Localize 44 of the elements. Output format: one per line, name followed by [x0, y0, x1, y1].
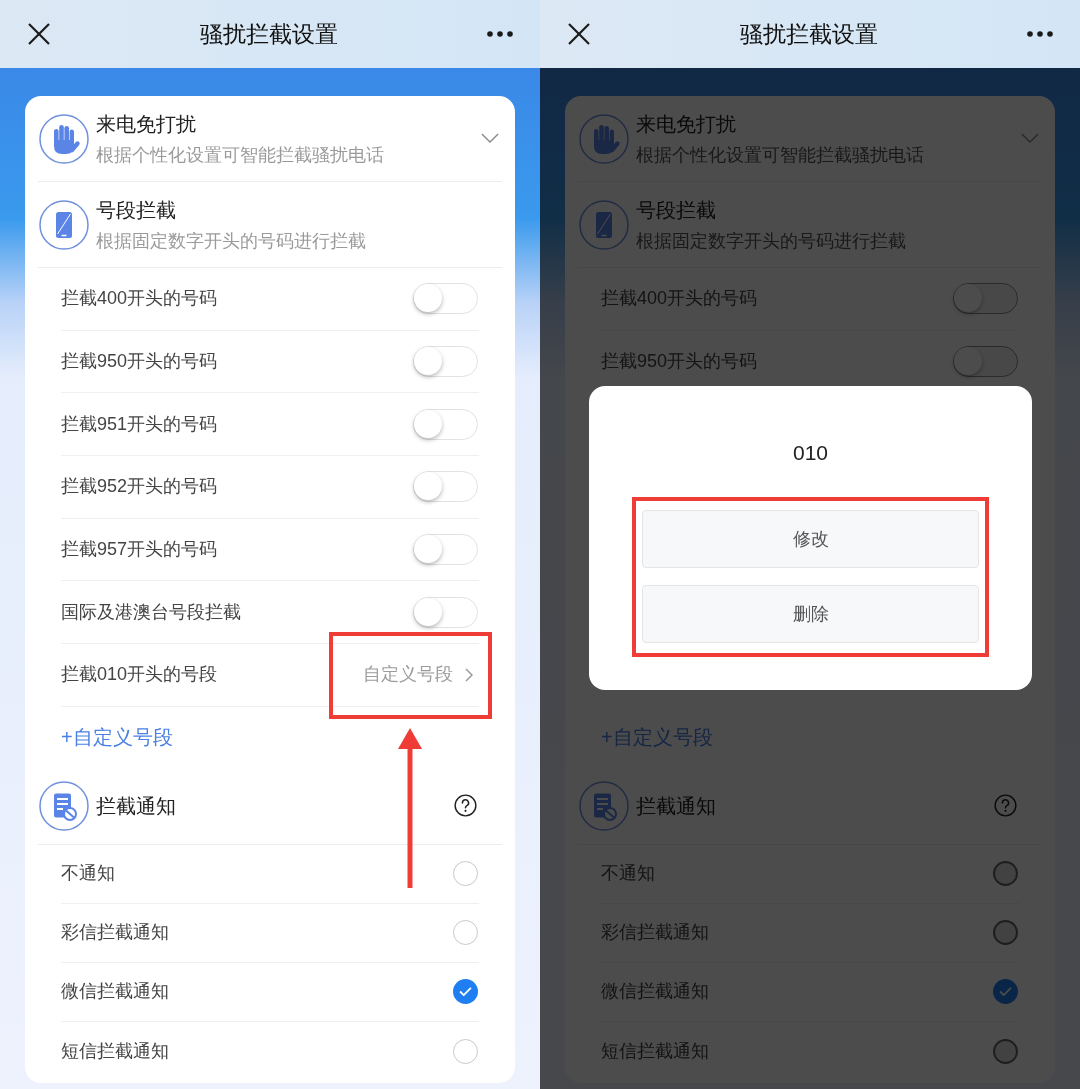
setting-label: 拦截952开头的号码: [61, 475, 218, 499]
section-title: 号段拦截: [96, 197, 177, 223]
section-subtitle: 根据固定数字开头的号码进行拦截: [96, 229, 367, 253]
more-icon[interactable]: [1027, 31, 1053, 37]
setting-label: 拦截951开头的号码: [61, 412, 218, 436]
dialog-action-button[interactable]: 删除: [642, 585, 979, 643]
option-label: 短信拦截通知: [601, 1039, 709, 1063]
custom-range-link[interactable]: 自定义号段: [363, 661, 473, 689]
setting-label: 拦截957开头的号码: [61, 538, 218, 562]
close-icon[interactable]: [28, 23, 50, 45]
section-title: 来电免打扰: [636, 111, 737, 137]
option-label: 短信拦截通知: [61, 1039, 169, 1063]
screen-title: 骚扰拦截设置: [199, 19, 338, 49]
setting-label: 拦截950开头的号码: [61, 350, 218, 374]
section-title: 来电免打扰: [96, 111, 197, 137]
section-title: 拦截通知: [96, 793, 177, 819]
option-label: 微信拦截通知: [601, 980, 709, 1004]
chevron-down-icon[interactable]: [481, 133, 499, 144]
setting-label: 拦截400开头的号码: [601, 287, 758, 311]
chevron-right-icon: [465, 667, 473, 682]
add-range-link[interactable]: +自定义号段: [61, 722, 173, 753]
setting-label: 国际及港澳台号段拦截: [61, 600, 241, 624]
dialog-action-button[interactable]: 修改: [642, 510, 979, 568]
more-icon[interactable]: [487, 31, 513, 37]
dialog-title: 010: [792, 441, 828, 465]
check-icon: [459, 987, 472, 997]
document-blocked-icon: [39, 780, 89, 831]
section-title: 号段拦截: [636, 197, 717, 223]
help-icon[interactable]: [454, 794, 477, 818]
setting-label: 拦截400开头的号码: [61, 287, 218, 311]
option-label: 彩信拦截通知: [61, 921, 169, 945]
section-title: 拦截通知: [636, 793, 717, 819]
option-label: 微信拦截通知: [61, 980, 169, 1004]
setting-label: 拦截950开头的号码: [601, 350, 758, 374]
setting-label: 拦截010开头的号段: [61, 663, 218, 687]
option-label: 彩信拦截通知: [601, 921, 709, 945]
screen-title: 骚扰拦截设置: [739, 19, 878, 49]
radio-button[interactable]: [453, 979, 478, 1005]
option-label: 不通知: [601, 862, 655, 886]
section-subtitle: 根据个性化设置可智能拦截骚扰电话: [96, 143, 385, 167]
option-label: 不通知: [61, 862, 115, 886]
hand-icon: [39, 113, 89, 164]
close-icon[interactable]: [568, 23, 590, 45]
phone-icon: [39, 199, 89, 250]
